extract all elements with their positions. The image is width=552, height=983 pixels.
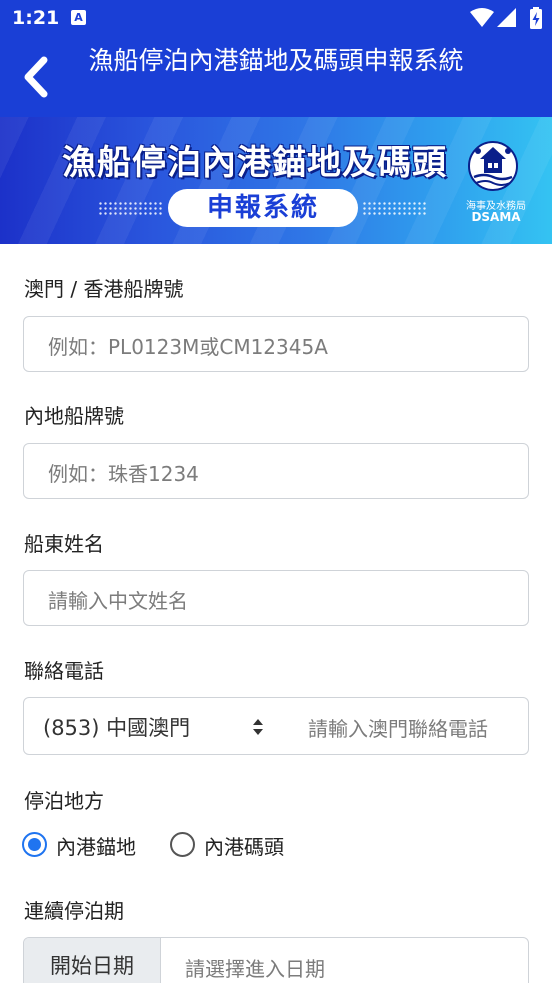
- macau-hk-plate-input[interactable]: 例如：PL0123M或CM12345A: [23, 316, 529, 372]
- notification-a-icon: A: [71, 10, 86, 25]
- radio-label: 內港錨地: [56, 835, 136, 859]
- radio-unchecked-icon: [170, 832, 195, 857]
- select-caret-icon: [253, 719, 263, 735]
- battery-charging-icon: [530, 7, 542, 29]
- berth-location-label: 停泊地方: [24, 789, 104, 813]
- banner-title: 漁船停泊內港錨地及碼頭: [62, 143, 447, 183]
- phone-region-value: (853) 中國澳門: [43, 716, 191, 740]
- owner-name-placeholder: 請輸入中文姓名: [48, 589, 188, 613]
- start-date-addon: 開始日期: [24, 938, 161, 983]
- status-time: 1:21: [12, 7, 60, 29]
- contact-phone-input[interactable]: 請輸入澳門聯絡電話: [284, 697, 529, 755]
- radio-inner-harbour-pier[interactable]: 內港碼頭: [170, 830, 300, 860]
- page-title: 漁船停泊內港錨地及碼頭申報系統: [88, 46, 464, 75]
- mainland-plate-input[interactable]: 例如：珠香1234: [23, 443, 529, 499]
- owner-name-label: 船東姓名: [24, 532, 104, 556]
- banner-dots-right: [362, 201, 428, 215]
- back-button[interactable]: [16, 52, 56, 102]
- contact-phone-label: 聯絡電話: [24, 659, 104, 683]
- chevron-left-icon: [24, 56, 48, 98]
- contact-phone-placeholder: 請輸入澳門聯絡電話: [308, 717, 488, 741]
- banner-dots-left: [98, 201, 164, 215]
- logo-caption-en: DSAMA: [471, 210, 521, 224]
- macau-hk-plate-label: 澳門 / 香港船牌號: [24, 277, 184, 301]
- owner-name-input[interactable]: 請輸入中文姓名: [23, 570, 529, 626]
- mainland-plate-label: 內地船牌號: [24, 404, 124, 428]
- dsama-logo-icon: [468, 141, 518, 191]
- mainland-plate-placeholder: 例如：珠香1234: [48, 462, 199, 486]
- start-date-placeholder: 請選擇進入日期: [185, 957, 325, 981]
- radio-inner-harbour-anchorage[interactable]: 內港錨地: [22, 830, 152, 860]
- radio-checked-icon: [22, 832, 47, 857]
- wifi-icon: [470, 8, 494, 27]
- berth-period-label: 連續停泊期: [24, 899, 124, 923]
- phone-region-select[interactable]: (853) 中國澳門: [23, 697, 285, 755]
- banner-subtitle: 申報系統: [168, 189, 358, 227]
- status-bar: 1:21 A: [0, 0, 552, 36]
- macau-hk-plate-placeholder: 例如：PL0123M或CM12345A: [48, 335, 328, 359]
- start-date-input-group[interactable]: 開始日期 請選擇進入日期: [23, 937, 529, 983]
- app-bar: 漁船停泊內港錨地及碼頭申報系統: [0, 36, 552, 117]
- signal-icon: [497, 8, 516, 27]
- header-banner: 漁船停泊內港錨地及碼頭 申報系統 海事及水務局 DSAMA: [0, 117, 552, 244]
- radio-label: 內港碼頭: [204, 835, 284, 859]
